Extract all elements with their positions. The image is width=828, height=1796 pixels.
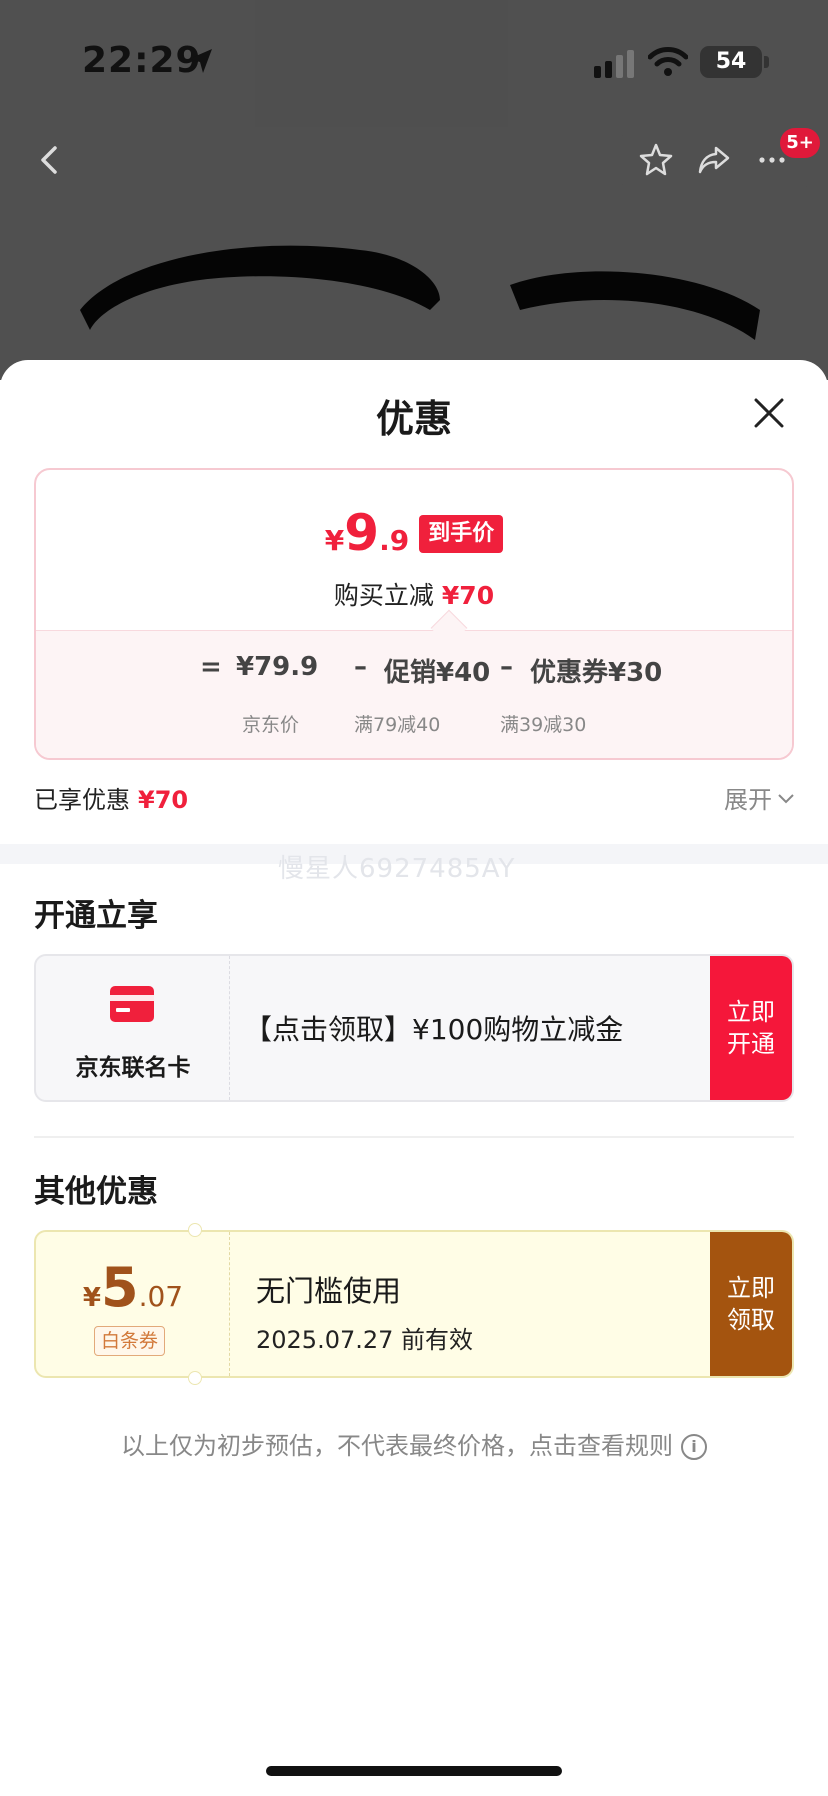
status-time: 22:29 xyxy=(82,40,202,81)
battery-cap xyxy=(764,56,769,68)
co-brand-offer-desc: 【点击领取】¥100购物立减金 xyxy=(244,1013,624,1046)
coupon-punch-top xyxy=(188,1223,202,1237)
final-price: ¥9.9 到手价 xyxy=(36,504,792,562)
expand-label: 展开 xyxy=(724,786,772,814)
message-count-badge: 5+ xyxy=(780,128,820,158)
coupon-amount-decimal: .07 xyxy=(138,1280,184,1313)
sheet-title: 优惠 xyxy=(375,397,452,441)
formula-minus: – xyxy=(500,652,513,682)
close-icon[interactable] xyxy=(752,396,786,430)
formula-base-price: ¥79.9 xyxy=(236,652,319,682)
open-section-title: 开通立享 xyxy=(34,898,158,934)
final-price-area: ¥9.9 到手价 购买立减 ¥70 xyxy=(36,470,792,630)
enjoyed-discount-row: 已享优惠 ¥70 展开 xyxy=(34,780,794,820)
formula-coupon-label: 满39减30 xyxy=(500,714,587,736)
back-button[interactable] xyxy=(20,130,80,190)
formula-equals: = xyxy=(200,652,222,682)
location-arrow-icon xyxy=(189,49,212,73)
coupon-expiry: 2025.07.27 前有效 xyxy=(256,1326,474,1354)
battery-level: 54 xyxy=(715,49,747,74)
co-brand-card-label: 京东联名卡 xyxy=(75,1055,191,1081)
share-icon[interactable] xyxy=(696,142,732,178)
watermark: 慢星人6927485AY xyxy=(278,854,516,884)
formula-coupon: 优惠券¥30 xyxy=(530,658,663,688)
enjoyed-discount-label: 已享优惠 xyxy=(34,786,130,814)
instant-discount-value: ¥70 xyxy=(441,581,495,610)
battery-icon: 54 xyxy=(700,46,762,78)
final-price-tag: 到手价 xyxy=(419,515,504,553)
wifi-icon xyxy=(648,47,688,76)
divider xyxy=(34,1136,794,1138)
coupon-title: 无门槛使用 xyxy=(256,1274,402,1308)
price-decimal: .9 xyxy=(379,524,410,557)
price-currency: ¥ xyxy=(324,524,345,557)
status-bar: 22:29 54 xyxy=(0,0,828,120)
chevron-left-icon xyxy=(41,146,57,174)
claim-button-line2: 领取 xyxy=(727,1306,775,1334)
co-brand-card-offer[interactable]: 京东联名卡 【点击领取】¥100购物立减金 立即 开通 xyxy=(34,954,794,1102)
info-icon[interactable]: i xyxy=(681,1434,707,1460)
price-breakdown-card: ¥9.9 到手价 购买立减 ¥70 = ¥79.9 – 促销¥40 – 优惠券¥30… xyxy=(34,468,794,760)
coupon-amount-area: ¥5.07 白条券 xyxy=(36,1232,230,1376)
claim-button-line1: 立即 xyxy=(727,1274,775,1302)
discount-sheet: 优惠 ¥9.9 到手价 购买立减 ¥70 = ¥79.9 – 促销¥40 – 优惠券… xyxy=(0,360,828,1796)
cellular-signal-icon xyxy=(594,50,634,78)
coupon-type-tag: 白条券 xyxy=(94,1326,166,1356)
co-brand-card-info: 京东联名卡 xyxy=(36,956,230,1100)
price-integer: 9 xyxy=(344,504,380,562)
instant-discount: 购买立减 ¥70 xyxy=(36,576,792,612)
expand-toggle[interactable]: 展开 xyxy=(724,780,794,815)
activate-now-button[interactable]: 立即 开通 xyxy=(710,956,792,1100)
coupon-punch-bottom xyxy=(188,1371,202,1385)
other-section-title: 其他优惠 xyxy=(34,1174,158,1210)
chevron-down-icon xyxy=(778,794,794,804)
home-indicator xyxy=(266,1766,562,1776)
claim-now-button[interactable]: 立即 领取 xyxy=(710,1232,792,1376)
baitiao-coupon[interactable]: ¥5.07 白条券 无门槛使用 2025.07.27 前有效 立即 领取 xyxy=(34,1230,794,1378)
activate-button-line1: 立即 xyxy=(727,998,775,1026)
price-formula-area xyxy=(36,630,792,758)
credit-card-icon xyxy=(110,986,154,1022)
formula-promo: 促销¥40 xyxy=(384,658,491,688)
formula-base-label: 京东价 xyxy=(242,714,300,736)
activate-button-line2: 开通 xyxy=(727,1030,775,1058)
star-icon[interactable] xyxy=(638,142,674,178)
coupon-amount: ¥5.07 xyxy=(36,1256,230,1319)
disclaimer-text: 以上仅为初步预估，不代表最终价格，点击查看规则 xyxy=(121,1432,673,1460)
instant-discount-label: 购买立减 xyxy=(333,581,434,610)
formula-promo-label: 满79减40 xyxy=(354,714,441,736)
formula-minus: – xyxy=(354,652,367,682)
enjoyed-discount: 已享优惠 ¥70 xyxy=(34,780,188,815)
coupon-amount-integer: 5 xyxy=(100,1256,139,1319)
disclaimer[interactable]: 以上仅为初步预估，不代表最终价格，点击查看规则 i xyxy=(0,1426,828,1461)
enjoyed-discount-value: ¥70 xyxy=(138,786,189,814)
coupon-currency: ¥ xyxy=(82,1283,101,1313)
